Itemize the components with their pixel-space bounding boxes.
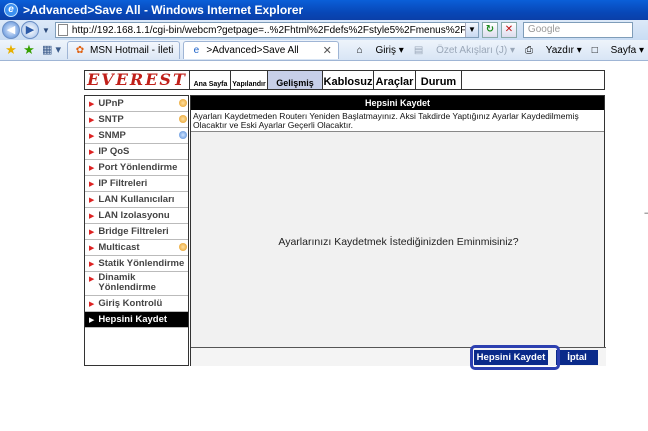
sidebar-item-dinamik-yonlendirme[interactable]: ▶ Dinamik Yönlendirme [85,272,188,296]
sidebar-item-multicast[interactable]: ▶ Multicast [85,240,188,256]
ie-page-icon: e [193,44,200,56]
tab-save-all[interactable]: e >Advanced>Save All ✕ [183,41,339,59]
page-menu-button[interactable]: □ Sayfa ▾ [592,45,644,56]
tab-label: >Advanced>Save All [206,45,299,56]
sidebar-item-ip-filtreleri[interactable]: ▶ IP Filtreleri [85,176,188,192]
sidebar-item-sntp[interactable]: ▶ SNTP [85,112,188,128]
save-button-highlight [470,345,560,370]
sidebar-item-bridge-filtreleri[interactable]: ▶ Bridge Filtreleri [85,224,188,240]
tab-msn-hotmail[interactable]: ✿ MSN Hotmail - İleti [67,41,181,59]
router-menu: Ana Sayfa Yapılandır Gelişmiş Kablosuz A… [191,71,599,89]
sidebar-item-giris-kontrolu[interactable]: ▶ Giriş Kontrolü [85,296,188,312]
menu-kablosuz[interactable]: Kablosuz [323,71,374,89]
feeds-button[interactable]: ▤ Özet Akışları (J) ▾ [414,45,515,56]
back-arrow-icon[interactable]: ◀ [2,21,20,39]
home-button[interactable]: ⌂ Giriş ▾ [357,45,404,56]
command-bar: ⌂ Giriş ▾ ▤ Özet Akışları (J) ▾ ⎙ Yazdır… [347,45,648,56]
info-dot-icon [179,99,187,107]
address-bar[interactable]: http://192.168.1.1/cgi-bin/webcm?getpage… [54,22,479,38]
tab-label: MSN Hotmail - İleti [90,45,174,56]
menu-durum[interactable]: Durum [416,71,462,89]
info-dot-icon [179,243,187,251]
quick-tabs-icon[interactable]: ▦ ▾ [42,43,64,57]
address-toolbar: ◀ ▶ ▼ http://192.168.1.1/cgi-bin/webcm?g… [0,20,648,40]
print-button[interactable]: ⎙ Yazdır ▾ [525,45,582,56]
sidebar-item-hepsini-kaydet[interactable]: ▶ Hepsini Kaydet [85,312,188,328]
sidebar-item-port-yonlendirme[interactable]: ▶ Port Yönlendirme [85,160,188,176]
router-page: EVEREST Ana Sayfa Yapılandır Gelişmiş Ka… [84,70,606,366]
info-dot-icon [179,115,187,123]
menu-araclar[interactable]: Araçlar [374,71,416,89]
close-tab-icon[interactable]: ✕ [323,44,332,57]
everest-logo: EVEREST [85,71,190,89]
sidebar-item-lan-izolasyonu[interactable]: ▶ LAN Izolasyonu [85,208,188,224]
search-input[interactable]: Google [522,22,633,38]
info-dot-icon [179,131,187,139]
address-url[interactable]: http://192.168.1.1/cgi-bin/webcm?getpage… [72,25,465,36]
window-titlebar: e >Advanced>Save All - Windows Internet … [0,0,648,20]
add-favorite-icon[interactable]: ★ [22,43,36,57]
favorites-star-icon[interactable]: ★ [4,43,18,57]
refresh-icon[interactable]: ↻ [481,22,498,38]
msn-icon: ✿ [75,44,85,56]
window-title: >Advanced>Save All - Windows Internet Ex… [23,3,304,17]
sidebar-item-ip-qos[interactable]: ▶ IP QoS [85,144,188,160]
address-dropdown-icon[interactable]: ▼ [464,23,478,37]
stop-icon[interactable]: ✕ [500,22,517,38]
sidebar-item-upnp[interactable]: ▶ UPnP [85,96,188,112]
history-dropdown-icon[interactable]: ▼ [42,26,50,35]
content-title: Hepsini Kaydet [191,96,604,110]
ie-logo-icon: e [4,3,18,17]
sidebar-item-snmp[interactable]: ▶ SNMP [85,128,188,144]
menu-spacer [462,71,599,89]
content-panel: Hepsini Kaydet Ayarları Kaydetmeden Rout… [190,95,606,366]
router-sidebar: ▶ UPnP ▶ SNTP ▶ SNMP ▶ IP QoS ▶ Port Yönlendi… [84,95,189,366]
cancel-button[interactable]: İptal [556,350,598,365]
router-header: EVEREST Ana Sayfa Yapılandır Gelişmiş Ka… [84,70,605,90]
menu-ana-sayfa[interactable]: Ana Sayfa [191,71,231,89]
sidebar-item-statik-yonlendirme[interactable]: ▶ Statik Yönlendirme [85,256,188,272]
forward-arrow-icon[interactable]: ▶ [21,21,39,39]
confirm-question: Ayarlarınızı Kaydetmek İstediğinizden Em… [278,236,519,248]
sidebar-item-lan-kullanicilari[interactable]: ▶ LAN Kullanıcıları [85,192,188,208]
menu-yapilandir[interactable]: Yapılandır [231,71,268,89]
warning-text: Ayarları Kaydetmeden Routerı Yeniden Baş… [191,110,604,132]
tab-bar: ★ ★ ▦ ▾ ✿ MSN Hotmail - İleti e >Advance… [0,40,648,61]
page-icon [57,24,68,36]
menu-gelismis[interactable]: Gelişmiş [268,71,323,89]
edge-mark: − [644,208,648,218]
